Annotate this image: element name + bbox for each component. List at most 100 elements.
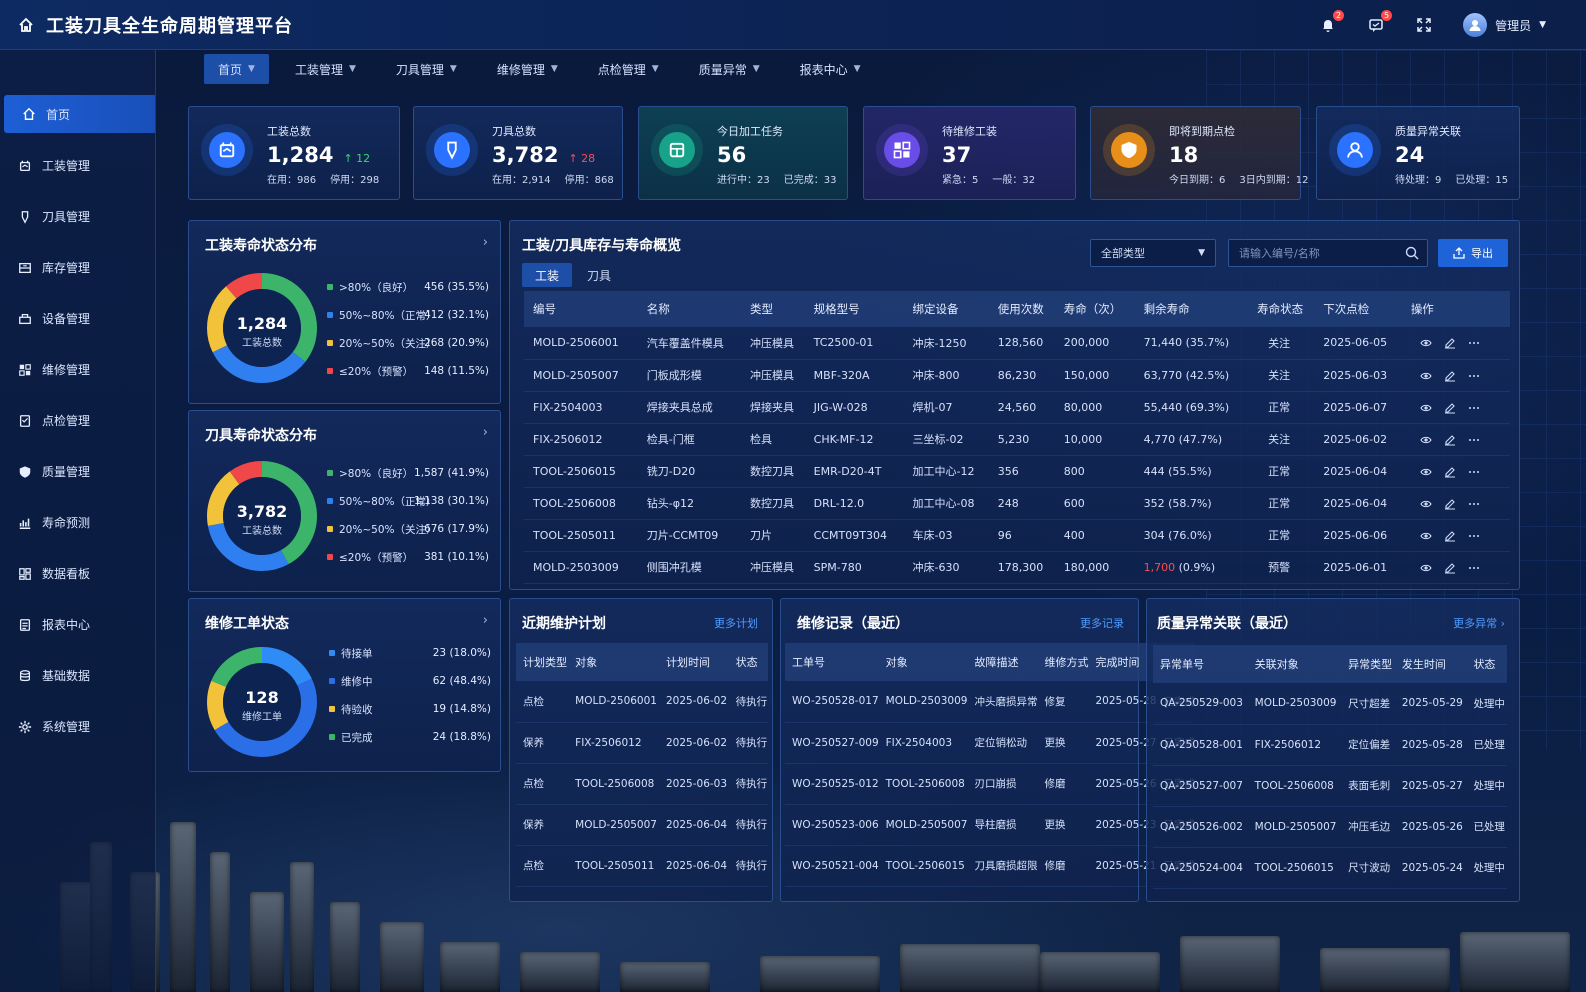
more-icon[interactable] [1468,530,1480,542]
legend-item[interactable]: >80%（良好） 456 (35.5%) [327,273,489,301]
table-row[interactable]: 保养 MOLD-2505007 2025-06-04 待执行 [516,804,768,846]
legend-item[interactable]: 待接单 23 (18.0%) [329,639,491,667]
table-row[interactable]: QA-250526-002 MOLD-2505007 冲压毛边 2025-05-26 已… [1153,806,1507,848]
eye-icon[interactable] [1420,562,1432,574]
edit-icon[interactable] [1444,466,1456,478]
bell-icon[interactable]: 2 [1319,10,1345,34]
more-icon[interactable] [1468,498,1480,510]
nav-item-1[interactable]: 工装管理 ▼ [281,54,370,84]
edit-icon[interactable] [1444,562,1456,574]
table-row[interactable]: FIX-2506012 检具-门框 检具 CHK-MF-12 三坐标-02 5,230 10… [524,423,1510,456]
legend-item[interactable]: 已完成 24 (18.8%) [329,723,491,751]
kpi-card-4[interactable]: 即将到期点检 18 今日到期：6 3日内到期：12 [1090,106,1308,200]
user-menu[interactable]: 管理员 ▼ [1463,13,1546,37]
nav-item-0[interactable]: 首页 ▼ [204,54,269,84]
table-row[interactable]: QA-250527-007 TOOL-2506008 表面毛刺 2025-05-27 处… [1153,765,1507,807]
sidebar-item-6[interactable]: 点检管理 [0,395,155,446]
more-icon[interactable] [1468,337,1480,349]
type-select[interactable]: 全部类型 ▼ [1090,239,1216,267]
more-icon[interactable] [1468,562,1480,574]
eye-icon[interactable] [1420,530,1432,542]
search-input[interactable]: 请输入编号/名称 [1228,239,1428,267]
kpi-card-0[interactable]: 工装总数 1,284 ↑ 12 在用：986 停用：298 [188,106,400,200]
edit-icon[interactable] [1444,370,1456,382]
sidebar-item-4[interactable]: 设备管理 [0,293,155,344]
table-row[interactable]: QA-250528-001 FIX-2506012 定位偏差 2025-05-28 已处… [1153,724,1507,766]
legend-item[interactable]: 维修中 62 (48.4%) [329,667,491,695]
chevron-right-icon[interactable]: › [483,613,488,628]
table-row[interactable]: WO-250523-006 MOLD-2505007 导柱磨损 更换 2025-05-2… [785,804,1195,846]
nav-item-6[interactable]: 报表中心 ▼ [786,54,875,84]
kpi-card-1[interactable]: 刀具总数 3,782 ↑ 28 在用：2,914 停用：868 [413,106,623,200]
legend-item[interactable]: ≤20%（预警） 148 (11.5%) [327,357,489,385]
kpi-card-3[interactable]: 待维修工装 37 紧急：5 一般：32 [863,106,1076,200]
table-row[interactable]: WO-250525-012 TOOL-2506008 刃口崩损 修磨 2025-05-2… [785,763,1195,805]
legend-item[interactable]: ≤20%（预警） 381 (10.1%) [327,543,489,571]
sidebar-item-0[interactable]: 首页 [4,95,155,133]
table-row[interactable]: WO-250527-009 FIX-2504003 定位销松动 更换 2025-05-2… [785,722,1195,764]
sidebar-item-11[interactable]: 基础数据 [0,650,155,701]
table-row[interactable]: MOLD-2503009 侧围冲孔模 冲压模具 SPM-780 冲床-630 178,30… [524,551,1510,584]
table-row[interactable]: 点检 TOOL-2506008 2025-06-03 待执行 [516,763,768,805]
more-icon[interactable] [1468,434,1480,446]
chevron-right-icon[interactable]: › [483,425,488,440]
sidebar-item-8[interactable]: 寿命预测 [0,497,155,548]
more-plans-link[interactable]: 更多计划 [714,615,758,631]
nav-item-2[interactable]: 刀具管理 ▼ [382,54,471,84]
eye-icon[interactable] [1420,434,1432,446]
table-row[interactable]: TOOL-2506015 铣刀-D20 数控刀具 EMR-D20-4T 加工中心-12 3… [524,455,1510,488]
legend-item[interactable]: 50%~80%（正常） 412 (32.1%) [327,301,489,329]
sidebar-item-3[interactable]: 库存管理 [0,242,155,293]
nav-item-5[interactable]: 质量异常 ▼ [685,54,774,84]
fullscreen-icon[interactable] [1415,16,1433,34]
legend-item[interactable]: >80%（良好） 1,587 (41.9%) [327,459,489,487]
table-row[interactable]: WO-250521-004 TOOL-2506015 刀具磨损超限 修磨 2025-05… [785,845,1195,887]
table-row[interactable]: MOLD-2506001 汽车覆盖件模具 冲压模具 TC2500-01 冲床-1250 1… [524,327,1510,360]
table-row[interactable]: TOOL-2506008 钻头-φ12 数控刀具 DRL-12.0 加工中心-08 248… [524,487,1510,520]
tab-tool[interactable]: 刀具 [576,263,622,287]
sidebar-item-12[interactable]: 系统管理 [0,701,155,752]
legend-item[interactable]: 20%~50%（关注） 268 (20.9%) [327,329,489,357]
nav-item-3[interactable]: 维修管理 ▼ [483,54,572,84]
legend-item[interactable]: 20%~50%（关注） 676 (17.9%) [327,515,489,543]
message-icon[interactable]: 5 [1367,10,1393,34]
table-row[interactable]: 点检 MOLD-2506001 2025-06-02 待执行 [516,681,768,723]
kpi-card-5[interactable]: 质量异常关联 24 待处理：9 已处理：15 [1316,106,1520,200]
table-row[interactable]: 点检 TOOL-2505011 2025-06-04 待执行 [516,845,768,887]
search-icon[interactable] [1405,246,1419,263]
more-quality-link[interactable]: 更多异常 › [1453,615,1505,631]
table-row[interactable]: QA-250529-003 MOLD-2503009 尺寸超差 2025-05-29 处… [1153,683,1507,725]
edit-icon[interactable] [1444,337,1456,349]
sidebar-item-9[interactable]: 数据看板 [0,548,155,599]
more-icon[interactable] [1468,466,1480,478]
table-row[interactable]: WO-250528-017 MOLD-2503009 冲头磨损异常 修复 2025-05… [785,681,1195,723]
sidebar-item-7[interactable]: 质量管理 [0,446,155,497]
more-icon[interactable] [1468,402,1480,414]
legend-item[interactable]: 待验收 19 (14.8%) [329,695,491,723]
eye-icon[interactable] [1420,370,1432,382]
chevron-right-icon[interactable]: › [483,235,488,250]
home-icon[interactable] [18,17,34,33]
export-button[interactable]: 导出 [1438,239,1508,267]
table-row[interactable]: MOLD-2505007 门板成形模 冲压模具 MBF-320A 冲床-800 86,23… [524,359,1510,392]
sidebar-item-5[interactable]: 维修管理 [0,344,155,395]
more-icon[interactable] [1468,370,1480,382]
edit-icon[interactable] [1444,402,1456,414]
kpi-card-2[interactable]: 今日加工任务 56 进行中：23 已完成：33 [638,106,848,200]
table-row[interactable]: TOOL-2505011 刀片-CCMT09 刀片 CCMT09T304 车床-03 96… [524,519,1510,552]
edit-icon[interactable] [1444,434,1456,446]
eye-icon[interactable] [1420,498,1432,510]
table-row[interactable]: FIX-2504003 焊接夹具总成 焊接夹具 JIG-W-028 焊机-07 24,56… [524,391,1510,424]
nav-item-4[interactable]: 点检管理 ▼ [584,54,673,84]
sidebar-item-1[interactable]: 工装管理 [0,140,155,191]
sidebar-item-2[interactable]: 刀具管理 [0,191,155,242]
edit-icon[interactable] [1444,530,1456,542]
eye-icon[interactable] [1420,337,1432,349]
tab-fixture[interactable]: 工装 [522,263,572,287]
edit-icon[interactable] [1444,498,1456,510]
table-row[interactable]: 保养 FIX-2506012 2025-06-02 待执行 [516,722,768,764]
table-row[interactable]: QA-250524-004 TOOL-2506015 尺寸波动 2025-05-24 处… [1153,847,1507,889]
eye-icon[interactable] [1420,402,1432,414]
more-records-link[interactable]: 更多记录 [1080,615,1124,631]
eye-icon[interactable] [1420,466,1432,478]
